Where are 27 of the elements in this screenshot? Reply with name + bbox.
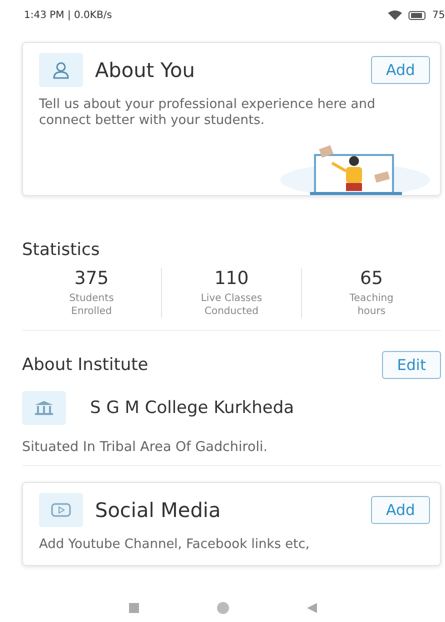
institute-description: Situated In Tribal Area Of Gadchiroli. xyxy=(22,439,441,466)
card-title: Social Media xyxy=(95,498,221,522)
card-description: Tell us about your professional experience here and connect better with your students. xyxy=(39,97,376,129)
stat-value: 375 xyxy=(74,268,109,289)
battery-level: 75 xyxy=(432,10,445,20)
home-icon[interactable] xyxy=(216,601,230,615)
stat-label: Students Enrolled xyxy=(68,292,115,318)
edit-button[interactable]: Edit xyxy=(382,351,441,379)
institute-icon xyxy=(22,391,66,425)
stat-value: 65 xyxy=(360,268,383,289)
stat-label: Live Classes Conducted xyxy=(200,292,262,318)
wifi-icon xyxy=(388,10,402,20)
stat-value: 110 xyxy=(214,268,249,289)
stat-label: Teaching hours xyxy=(348,292,394,318)
status-time: 1:43 PM | 0.0KB/s xyxy=(24,10,112,20)
institute-name: S G M College Kurkheda xyxy=(90,398,294,418)
card-title: About You xyxy=(95,58,195,82)
add-button[interactable]: Add xyxy=(370,496,430,524)
person-icon xyxy=(39,53,83,87)
battery-icon xyxy=(408,10,426,20)
section-title: About Institute xyxy=(22,355,148,375)
section-title: Statistics xyxy=(22,240,100,260)
video-icon xyxy=(39,493,83,527)
add-button[interactable]: Add xyxy=(370,56,430,84)
recents-icon[interactable] xyxy=(128,603,138,613)
card-description: Add Youtube Channel, Facebook links etc, xyxy=(39,537,311,553)
back-icon[interactable] xyxy=(306,603,316,613)
